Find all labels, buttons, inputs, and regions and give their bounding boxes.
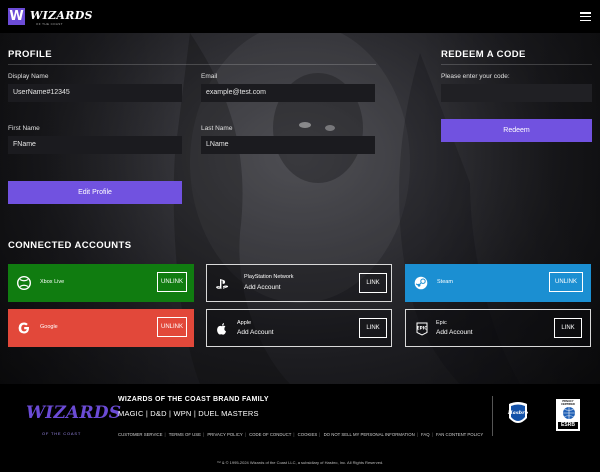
xbox-live-name: Xbox Live [40, 279, 65, 285]
wizards-logo-subtext: OF THE COAST [36, 22, 63, 26]
apple-name: Apple [237, 320, 252, 326]
last-name-label: Last Name [201, 125, 233, 132]
playstation-network-card: PlayStation Network Add Account LINK [206, 264, 392, 302]
footer-link-privacy[interactable]: PRIVACY POLICY [207, 432, 242, 437]
xbox-unlink-button[interactable]: UNLINK [157, 272, 187, 292]
google-icon [18, 322, 30, 334]
redeem-heading: REDEEM A CODE [441, 49, 526, 60]
connected-accounts-heading: CONNECTED ACCOUNTS [8, 240, 132, 251]
apple-link-button[interactable]: LINK [359, 318, 387, 338]
xbox-icon [17, 276, 31, 290]
copyright-text: ™ & © 1995-2024 Wizards of the Coast LLC… [216, 460, 384, 465]
svg-text:Hasbro: Hasbro [507, 410, 529, 416]
redeem-code-input[interactable] [441, 84, 592, 102]
display-name-label: Display Name [8, 73, 49, 80]
footer-link-customer-service[interactable]: CUSTOMER SERVICE [118, 432, 163, 437]
apple-card: Apple Add Account LINK [206, 309, 392, 347]
footer-link-conduct[interactable]: CODE OF CONDUCT [249, 432, 291, 437]
playstation-name: PlayStation Network [244, 274, 294, 280]
steam-name: Steam [437, 279, 453, 285]
profile-heading: PROFILE [8, 49, 52, 60]
epic-card: EPIC Epic Add Account LINK [405, 309, 591, 347]
brand-family-title: WIZARDS OF THE COAST BRAND FAMILY [118, 396, 269, 403]
email-label: Email [201, 73, 218, 80]
footer-link-terms[interactable]: TERMS OF USE [169, 432, 201, 437]
google-unlink-button[interactable]: UNLINK [157, 317, 187, 337]
globe-icon [563, 407, 575, 419]
footer-logo-subtext: OF THE COAST [42, 431, 82, 436]
esrb-privacy-certified-badge[interactable]: PRIVACY CERTIFIED ESRB [555, 398, 581, 432]
apple-status: Add Account [237, 329, 274, 336]
account-main-panel: PROFILE Display Name UserName#12345 Emai… [0, 33, 600, 384]
site-footer: WIZARDS OF THE COAST WIZARDS OF THE COAS… [0, 384, 600, 472]
footer-links: CUSTOMER SERVICE | TERMS OF USE | PRIVACY … [118, 432, 484, 437]
google-card: Google UNLINK [8, 309, 194, 347]
redeem-divider [441, 64, 592, 65]
first-name-field[interactable]: FName [8, 136, 182, 154]
epic-status: Add Account [436, 329, 473, 336]
footer-link-do-not-sell[interactable]: DO NOT SELL MY PERSONAL INFORMATION [324, 432, 415, 437]
xbox-live-card: Xbox Live UNLINK [8, 264, 194, 302]
svg-text:EPIC: EPIC [417, 326, 428, 331]
redeem-code-prompt: Please enter your code: [441, 73, 510, 80]
epic-name: Epic [436, 320, 447, 326]
playstation-link-button[interactable]: LINK [359, 273, 387, 293]
hamburger-menu-icon[interactable] [580, 12, 591, 22]
steam-card: Steam UNLINK [405, 264, 591, 302]
redeem-button[interactable]: Redeem [441, 119, 592, 142]
edit-profile-button[interactable]: Edit Profile [8, 181, 182, 204]
steam-icon [414, 276, 428, 290]
footer-wizards-logo[interactable]: WIZARDS [26, 403, 121, 423]
profile-divider [8, 64, 376, 65]
brand-family-links[interactable]: MAGIC | D&D | WPN | DUEL MASTERS [118, 409, 259, 418]
footer-link-fan-content[interactable]: FAN CONTENT POLICY [436, 432, 483, 437]
steam-unlink-button[interactable]: UNLINK [549, 272, 583, 292]
playstation-icon [216, 279, 229, 289]
top-nav-bar: W WIZARDS OF THE COAST [0, 0, 600, 33]
footer-link-faq[interactable]: FAQ [421, 432, 430, 437]
footer-link-cookies[interactable]: COOKIES [298, 432, 318, 437]
wizards-logo-mark[interactable]: W [8, 8, 25, 25]
playstation-status: Add Account [244, 284, 281, 291]
wizards-logo-text[interactable]: WIZARDS [30, 9, 93, 22]
footer-divider [492, 396, 493, 436]
first-name-label: First Name [8, 125, 40, 132]
google-name: Google [40, 324, 58, 330]
epic-games-icon: EPIC [416, 322, 428, 336]
apple-icon [217, 323, 226, 335]
epic-link-button[interactable]: LINK [554, 318, 582, 338]
hasbro-logo-icon[interactable]: Hasbro [505, 400, 531, 428]
email-field[interactable]: example@test.com [201, 84, 375, 102]
display-name-field[interactable]: UserName#12345 [8, 84, 182, 102]
last-name-field[interactable]: LName [201, 136, 375, 154]
